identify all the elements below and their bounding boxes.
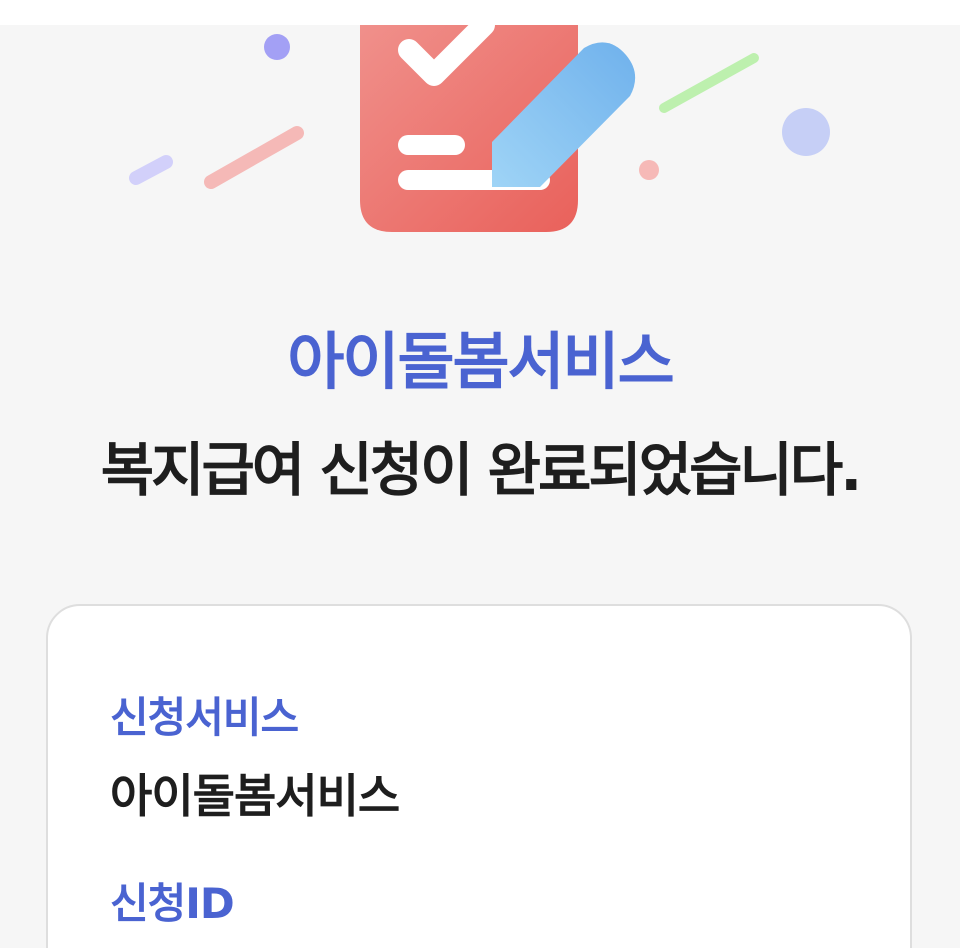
blue-dot-icon (782, 108, 830, 156)
pink-dot-icon (639, 160, 659, 180)
purple-dot-icon (264, 34, 290, 60)
application-info-card: 신청서비스 아이돌봄서비스 신청ID (46, 604, 912, 948)
pink-streak-icon (204, 126, 304, 189)
completion-message: 복지급여 신청이 완료되었습니다. (100, 436, 862, 504)
service-field-label: 신청서비스 (110, 693, 299, 742)
top-bar (0, 0, 960, 25)
application-complete-page: 아이돌봄서비스 복지급여 신청이 완료되었습니다. 신청서비스 아이돌봄서비스 … (0, 0, 960, 948)
service-field-value: 아이돌봄서비스 (110, 769, 400, 823)
service-title: 아이돌봄서비스 (287, 325, 674, 398)
application-complete-illustration (129, 25, 830, 232)
application-id-label: 신청ID (110, 879, 235, 928)
purple-streak-icon (129, 155, 173, 185)
green-streak-icon (659, 53, 759, 113)
